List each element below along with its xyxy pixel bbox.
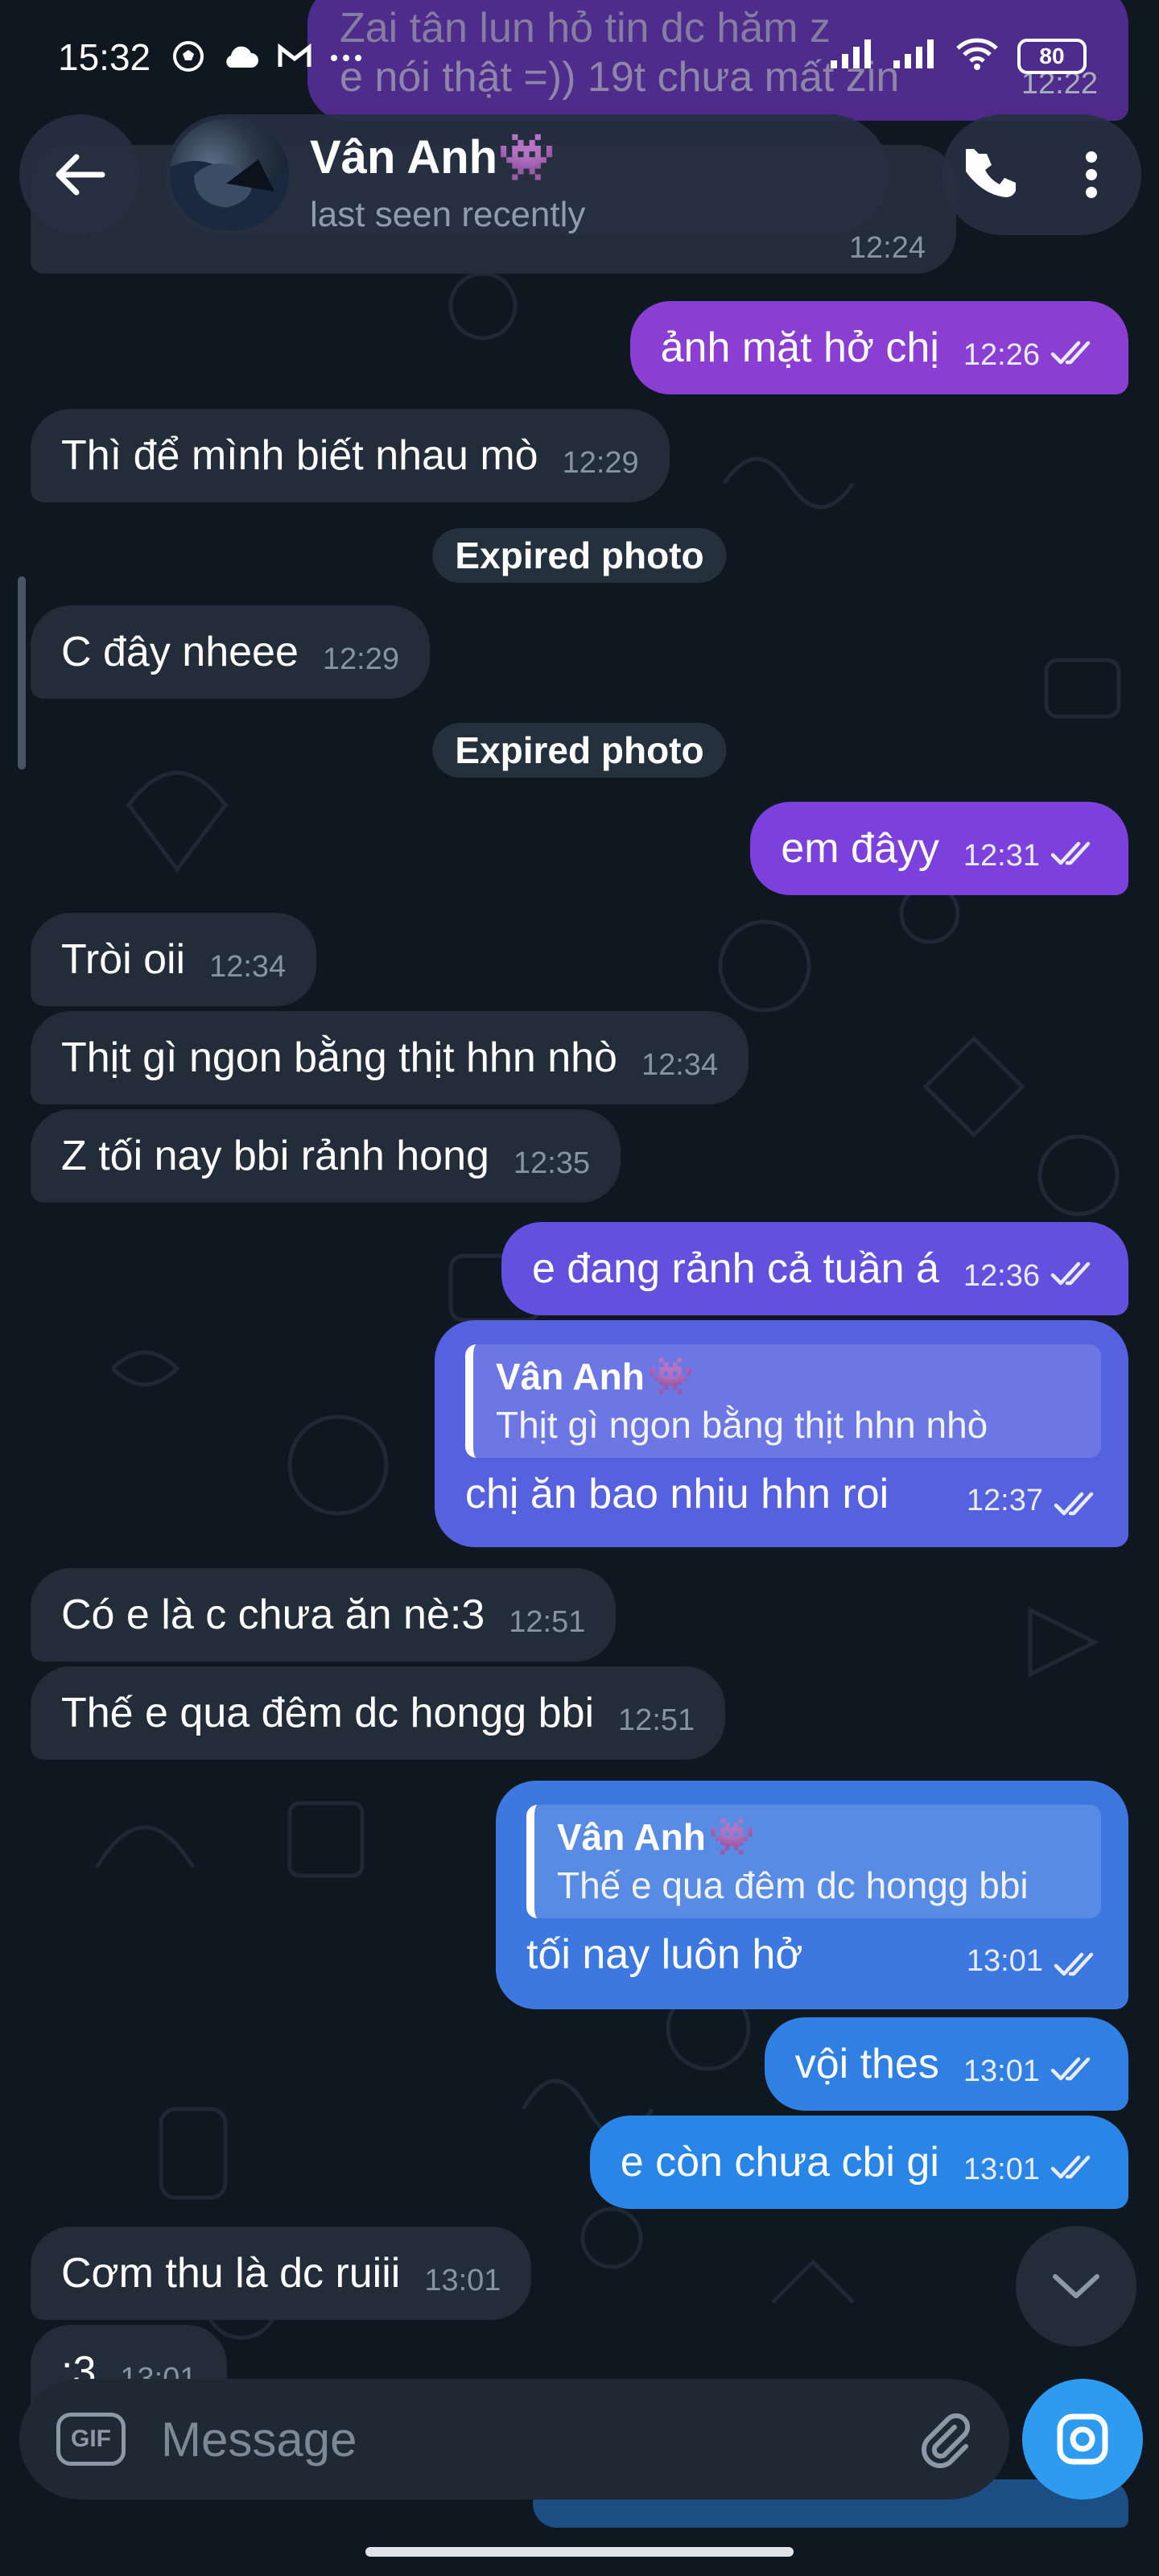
message-text: Thế e qua đêm dc hongg bbi	[61, 1690, 595, 1736]
double-check-icon	[1054, 1952, 1094, 1976]
double-check-icon	[1054, 1492, 1094, 1516]
scroll-indicator[interactable]	[18, 576, 26, 770]
header-actions	[942, 114, 1141, 235]
battery-indicator: 80	[1017, 38, 1087, 74]
message-incoming[interactable]: Thì để mình biết nhau mò 12:29	[31, 409, 670, 502]
reply-quoted-text: Thế e qua đêm dc hongg bbi	[557, 1864, 1029, 1906]
message-outgoing[interactable]: vội thes 13:01	[764, 2017, 1128, 2111]
message-time: 12:51	[618, 1703, 695, 1737]
message-text: Z tối nay bbi rảnh hong	[61, 1133, 489, 1179]
message-text: chị ăn bao nhiu hhn roi	[465, 1471, 889, 1517]
notification-icons	[172, 40, 362, 76]
wifi-icon	[955, 37, 1000, 75]
message-time: 13:01	[963, 2054, 1040, 2088]
status-bar: 15:32 80	[0, 0, 1159, 121]
message-incoming[interactable]: Z tối nay bbi rảnh hong 12:35	[31, 1109, 621, 1203]
message-time: 12:31	[963, 838, 1040, 873]
scroll-down-button[interactable]	[1016, 2226, 1136, 2347]
message-outgoing[interactable]: em đâyy 12:31	[750, 802, 1128, 895]
message-time: 13:01	[424, 2263, 501, 2297]
back-button[interactable]	[19, 114, 140, 235]
system-icons: 80	[829, 37, 1087, 75]
reply-quoted-text: Thịt gì ngon bằng thịt hhn nhò	[496, 1404, 988, 1446]
message-time: 12:37	[966, 1484, 1043, 1517]
more-vertical-icon	[1086, 151, 1097, 198]
camera-button[interactable]	[1022, 2379, 1143, 2500]
phone-icon	[966, 149, 1016, 197]
message-incoming[interactable]: C đây nheee 12:29	[31, 605, 430, 699]
message-time: 12:34	[641, 1047, 719, 1082]
gmail-icon	[277, 43, 312, 74]
double-check-icon	[1050, 341, 1091, 365]
message-text: tối nay luôn hở	[526, 1931, 803, 1978]
contact-name: Vân Anh👾	[310, 131, 556, 184]
message-incoming[interactable]: Thế e qua đêm dc hongg bbi 12:51	[31, 1666, 726, 1760]
message-text: e đang rảnh cả tuần á	[531, 1245, 939, 1292]
message-text: Tròi oii	[61, 936, 186, 983]
reply-author: Vân Anh 👾	[496, 1355, 695, 1397]
message-time: 12:36	[963, 1258, 1040, 1293]
call-button[interactable]	[942, 114, 1041, 235]
more-notifications-icon	[330, 52, 362, 66]
avatar[interactable]	[170, 119, 289, 230]
message-time: 12:29	[562, 445, 639, 480]
reply-quote[interactable]: Vân Anh 👾 Thịt gì ngon bằng thịt hhn nhò	[465, 1344, 1101, 1458]
signal-icon	[829, 38, 874, 74]
soccer-ball-icon	[172, 40, 204, 76]
message-outgoing[interactable]: e đang rảnh cả tuần á 12:36	[501, 1222, 1128, 1315]
message-input[interactable]	[161, 2403, 853, 2475]
message-outgoing-reply[interactable]: Vân Anh 👾 Thịt gì ngon bằng thịt hhn nhò…	[435, 1320, 1128, 1547]
attach-button[interactable]	[913, 2408, 977, 2472]
cloud-icon	[222, 42, 259, 75]
message-text: Cơm thu là dc ruiii	[61, 2250, 401, 2297]
alien-emoji-icon: 👾	[708, 1815, 756, 1857]
double-check-icon	[1050, 841, 1091, 865]
message-text: Có e là c chưa ăn nè:3	[61, 1591, 485, 1638]
message-text: C đây nheee	[61, 629, 299, 675]
double-check-icon	[1050, 1261, 1091, 1286]
message-text: Thịt gì ngon bằng thịt hhn nhò	[61, 1034, 617, 1081]
double-check-icon	[1050, 2155, 1091, 2179]
message-incoming[interactable]: Tròi oii 12:34	[31, 913, 317, 1006]
message-text: ảnh mặt hở chị	[660, 324, 939, 371]
message-list[interactable]: Zai tân lun hỏ tin dc hăm z e nói thật =…	[0, 0, 1159, 2576]
message-incoming[interactable]: Cơm thu là dc ruiii 13:01	[31, 2227, 532, 2320]
service-message: Expired photo	[432, 723, 727, 778]
message-outgoing[interactable]: e còn chưa cbi gi 13:01	[589, 2116, 1128, 2209]
message-composer: GIF	[19, 2379, 1009, 2500]
message-time: 13:01	[963, 2152, 1040, 2186]
message-text: em đâyy	[781, 825, 939, 872]
message-text: e còn chưa cbi gi	[620, 2139, 939, 2186]
signal-icon-2	[892, 38, 937, 74]
chat-header: Vân Anh👾 last seen recently	[0, 105, 1159, 250]
message-time: 13:01	[966, 1944, 1043, 1978]
paperclip-icon	[922, 2413, 971, 2468]
gif-button[interactable]: GIF	[56, 2413, 126, 2466]
reply-quote[interactable]: Vân Anh 👾 Thế e qua đêm dc hongg bbi	[526, 1805, 1101, 1918]
home-indicator[interactable]	[365, 2547, 794, 2557]
message-time: 12:35	[513, 1146, 591, 1180]
message-time: 12:29	[322, 642, 399, 676]
message-text: Thì để mình biết nhau mò	[61, 432, 538, 479]
arrow-left-icon	[56, 154, 105, 196]
more-button[interactable]	[1041, 114, 1141, 235]
reply-author: Vân Anh 👾	[557, 1815, 756, 1858]
alien-emoji-icon: 👾	[647, 1355, 695, 1397]
message-incoming[interactable]: Có e là c chưa ăn nè:3 12:51	[31, 1568, 617, 1662]
message-text: vội thes	[794, 2041, 939, 2087]
message-time: 12:34	[209, 949, 287, 984]
message-time: 12:26	[963, 337, 1040, 372]
service-message: Expired photo	[432, 528, 727, 583]
contact-status: last seen recently	[310, 195, 586, 234]
message-incoming[interactable]: Thịt gì ngon bằng thịt hhn nhò 12:34	[31, 1011, 749, 1104]
message-outgoing-reply[interactable]: Vân Anh 👾 Thế e qua đêm dc hongg bbi tối…	[496, 1781, 1128, 2009]
alien-emoji-icon: 👾	[497, 131, 556, 184]
chat-title-area[interactable]: Vân Anh👾 last seen recently	[165, 114, 889, 235]
camera-icon	[1057, 2413, 1108, 2465]
status-time: 15:32	[58, 36, 151, 78]
message-outgoing[interactable]: ảnh mặt hở chị 12:26	[629, 301, 1128, 394]
double-check-icon	[1050, 2057, 1091, 2081]
chevron-down-icon	[1053, 2274, 1099, 2298]
message-time: 12:51	[509, 1604, 586, 1639]
